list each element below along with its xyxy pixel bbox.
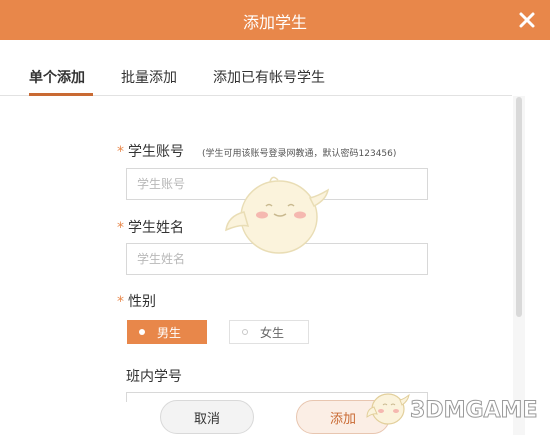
- active-tab-indicator: [29, 93, 93, 96]
- scrollbar-thumb[interactable]: [516, 97, 522, 317]
- tab-batch-add[interactable]: 批量添加: [121, 67, 177, 87]
- account-label-text: 学生账号: [128, 144, 184, 160]
- dialog-titlebar: 添加学生: [0, 0, 550, 40]
- gender-option-label: 女生: [260, 325, 285, 340]
- tab-single-add[interactable]: 单个添加: [29, 67, 85, 87]
- gender-label-text: 性别: [128, 294, 156, 310]
- account-hint: (学生可用该账号登录网教通，默认密码123456): [202, 149, 397, 159]
- class-number-label: 班内学号: [126, 369, 182, 385]
- gender-label: * 性别: [117, 291, 156, 311]
- name-label-text: 学生姓名: [128, 220, 184, 236]
- dialog-title: 添加学生: [242, 13, 307, 32]
- gender-option-female[interactable]: 女生: [229, 320, 309, 344]
- radio-unchecked-icon: [242, 329, 248, 335]
- gender-option-label: 男生: [157, 325, 182, 340]
- cancel-button[interactable]: 取消: [160, 400, 254, 434]
- required-mark: *: [117, 220, 124, 236]
- watermark-text: 3DMGAME: [409, 398, 538, 424]
- gender-option-male[interactable]: 男生: [127, 320, 207, 344]
- watermark-mascot-icon: [366, 393, 410, 425]
- required-mark: *: [117, 144, 124, 160]
- radio-checked-icon: [139, 329, 145, 335]
- account-label: * 学生账号: [117, 141, 184, 161]
- close-icon[interactable]: [514, 7, 540, 33]
- tab-bar: 单个添加 批量添加 添加已有帐号学生: [0, 40, 512, 96]
- mascot-icon: [225, 176, 330, 254]
- name-label: * 学生姓名: [117, 217, 184, 237]
- tab-add-existing-account[interactable]: 添加已有帐号学生: [213, 67, 325, 87]
- required-mark: *: [117, 294, 124, 310]
